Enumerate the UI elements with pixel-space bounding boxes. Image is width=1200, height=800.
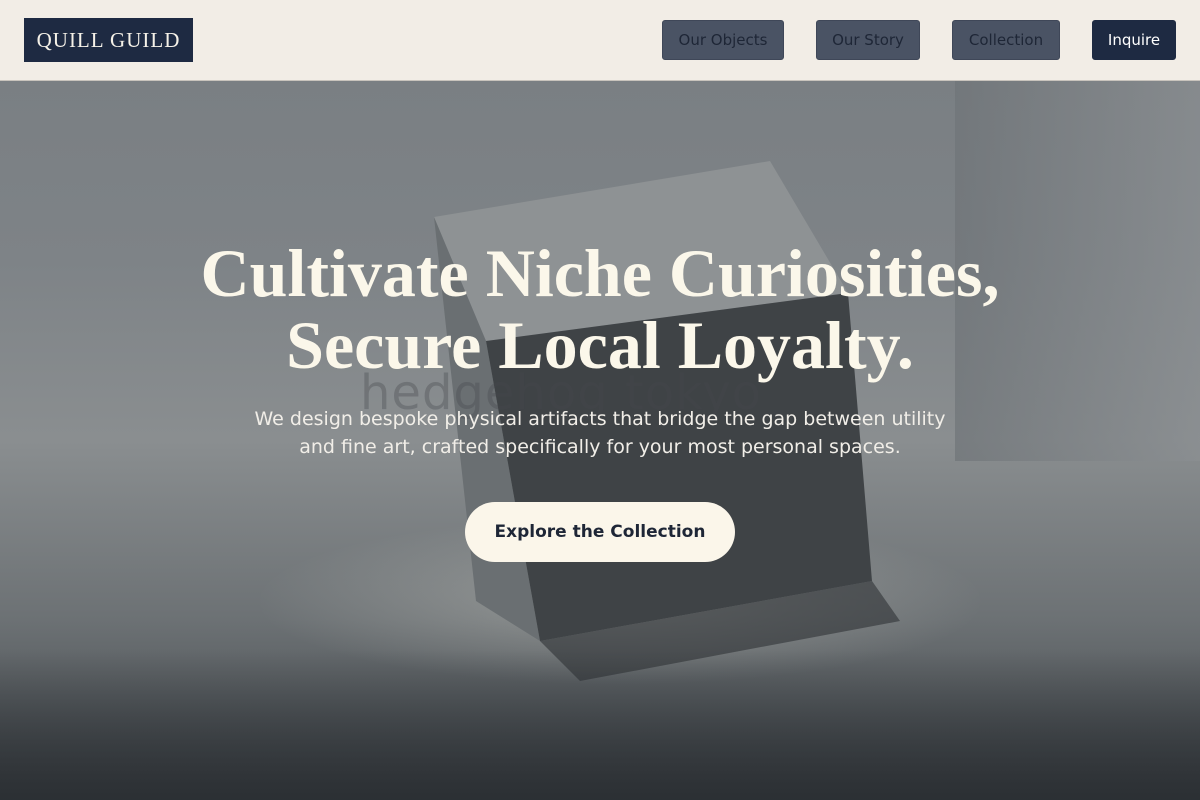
explore-collection-button[interactable]: Explore the Collection — [465, 502, 735, 562]
inquire-button[interactable]: Inquire — [1092, 20, 1176, 60]
bottom-shade — [0, 650, 1200, 800]
headline-line-2: Secure Local Loyalty. — [286, 307, 914, 383]
headline-line-1: Cultivate Niche Curiosities, — [200, 235, 1000, 311]
nav-our-objects-button[interactable]: Our Objects — [662, 20, 784, 60]
brand-logo[interactable]: QUILL GUILD — [24, 18, 193, 62]
nav-our-story-button[interactable]: Our Story — [816, 20, 920, 60]
hero-section: hedgehog tokyo Cultivate Niche Curiositi… — [0, 81, 1200, 800]
subtext-line-1: We design bespoke physical artifacts tha… — [254, 408, 946, 430]
nav-collection-button[interactable]: Collection — [952, 20, 1060, 60]
hero-subtext: We design bespoke physical artifacts tha… — [250, 405, 950, 461]
hero-headline: Cultivate Niche Curiosities, Secure Loca… — [100, 237, 1100, 381]
site-header: QUILL GUILD Our Objects Our Story Collec… — [0, 0, 1200, 81]
subtext-line-2: and fine art, crafted specifically for y… — [299, 436, 901, 458]
